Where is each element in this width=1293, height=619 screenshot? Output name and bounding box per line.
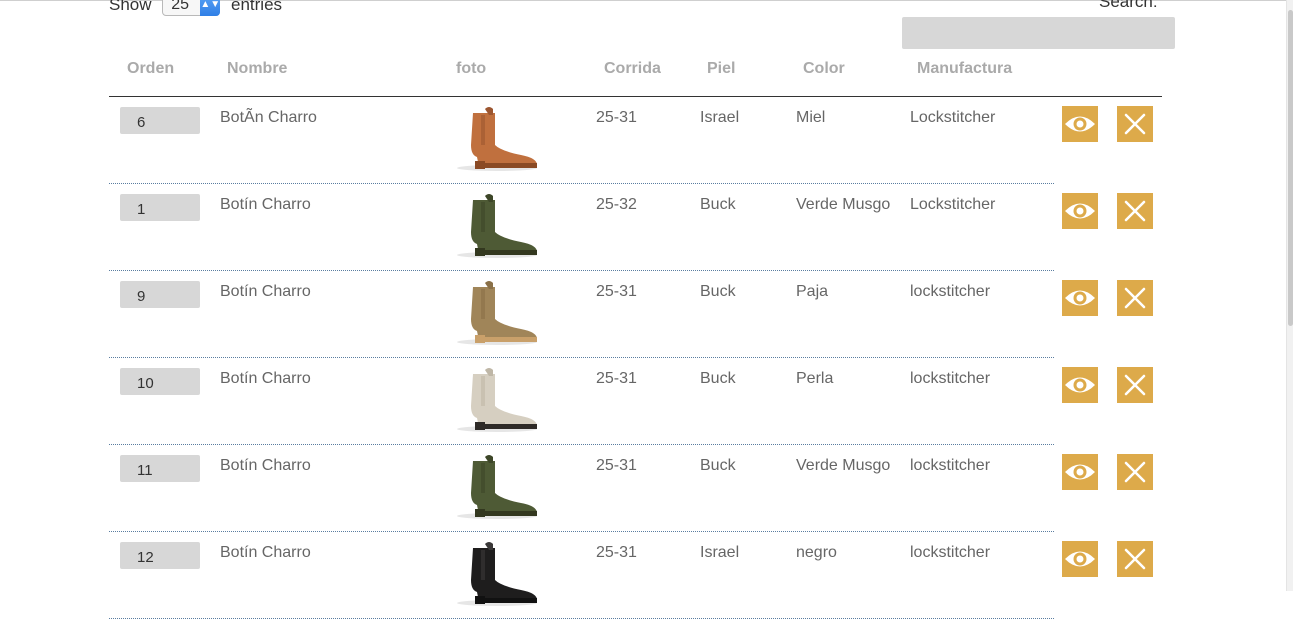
entries-select-value: 25 [171, 0, 190, 13]
show-label: Show [109, 0, 152, 14]
entries-select[interactable]: 25 ▲▼ [162, 0, 221, 16]
corrida-cell: 25-31 [596, 544, 637, 561]
eye-icon [1065, 464, 1095, 480]
search-label: Search: [1099, 0, 1158, 11]
orden-value[interactable]: 10 [120, 368, 200, 395]
piel-cell: Buck [700, 457, 736, 474]
table-row: 11 Botín Charro 25-31 Buck Verde Musgo lockst… [0, 445, 1293, 532]
close-icon [1124, 548, 1146, 570]
nombre-cell: Botín Charro [220, 457, 311, 474]
manufactura-cell: lockstitcher [910, 544, 991, 561]
entries-label: entries [231, 0, 283, 14]
nombre-cell: Botín Charro [220, 196, 311, 213]
boot-photo [449, 540, 543, 610]
color-cell: Verde Musgo [796, 196, 891, 213]
eye-icon [1065, 290, 1095, 306]
view-button[interactable] [1062, 280, 1098, 316]
view-button[interactable] [1062, 106, 1098, 142]
orden-value[interactable]: 9 [120, 281, 200, 308]
piel-cell: Buck [700, 370, 736, 387]
delete-button[interactable] [1117, 193, 1153, 229]
view-button[interactable] [1062, 454, 1098, 490]
nombre-cell: BotÃn Charro [220, 109, 317, 126]
column-header-corrida[interactable]: Corrida [604, 60, 661, 78]
color-cell: Paja [796, 283, 829, 300]
eye-icon [1065, 551, 1095, 567]
delete-button[interactable] [1117, 367, 1153, 403]
orden-value[interactable]: 1 [120, 194, 200, 221]
piel-cell: Israel [700, 544, 740, 561]
orden-value[interactable]: 6 [120, 107, 200, 134]
corrida-cell: 25-32 [596, 196, 637, 213]
boot-photo [449, 453, 543, 523]
table-row: 9 Botín Charro 25-31 Buck Paja lockstitcher [0, 271, 1293, 358]
orden-value[interactable]: 12 [120, 542, 200, 569]
nombre-cell: Botín Charro [220, 544, 311, 561]
corrida-cell: 25-31 [596, 109, 637, 126]
manufactura-cell: Lockstitcher [910, 109, 996, 126]
column-header-manufactura[interactable]: Manufactura [917, 60, 1012, 78]
manufactura-cell: lockstitcher [910, 370, 991, 387]
color-cell: negro [796, 544, 837, 561]
boot-photo [449, 192, 543, 262]
table-row: 1 Botín Charro 25-32 Buck Verde Musgo Locksti… [0, 184, 1293, 271]
orden-value[interactable]: 11 [120, 455, 200, 482]
close-icon [1124, 461, 1146, 483]
nombre-cell: Botín Charro [220, 283, 311, 300]
view-button[interactable] [1062, 193, 1098, 229]
column-header-foto[interactable]: foto [456, 60, 486, 78]
scrollbar-thumb[interactable] [1288, 10, 1293, 326]
color-cell: Perla [796, 370, 834, 387]
boot-photo [449, 279, 543, 349]
table-row: 12 Botín Charro 25-31 Israel negro lockstitch… [0, 532, 1293, 619]
eye-icon [1065, 377, 1095, 393]
search-input[interactable] [902, 17, 1175, 49]
piel-cell: Buck [700, 196, 736, 213]
column-header-orden[interactable]: Orden [127, 60, 174, 78]
corrida-cell: 25-31 [596, 283, 637, 300]
color-cell: Miel [796, 109, 826, 126]
column-header-nombre[interactable]: Nombre [227, 60, 287, 78]
close-icon [1124, 374, 1146, 396]
corrida-cell: 25-31 [596, 457, 637, 474]
close-icon [1124, 287, 1146, 309]
column-header-piel[interactable]: Piel [707, 60, 735, 78]
piel-cell: Israel [700, 109, 740, 126]
delete-button[interactable] [1117, 454, 1153, 490]
manufactura-cell: Lockstitcher [910, 196, 996, 213]
close-icon [1124, 113, 1146, 135]
chevron-updown-icon: ▲▼ [200, 0, 221, 16]
table-row: 10 Botín Charro 25-31 Buck Perla lockstitcher [0, 358, 1293, 445]
boot-photo [449, 366, 543, 436]
manufactura-cell: lockstitcher [910, 457, 991, 474]
view-button[interactable] [1062, 367, 1098, 403]
corrida-cell: 25-31 [596, 370, 637, 387]
nombre-cell: Botín Charro [220, 370, 311, 387]
table-row: 6 BotÃn Charro 25-31 Israel Miel Lockstitcher [0, 97, 1293, 184]
delete-button[interactable] [1117, 106, 1153, 142]
close-icon [1124, 200, 1146, 222]
color-cell: Verde Musgo [796, 457, 891, 474]
view-button[interactable] [1062, 541, 1098, 577]
eye-icon [1065, 203, 1095, 219]
delete-button[interactable] [1117, 280, 1153, 316]
entries-length-control: Show 25 ▲▼ entries [109, 0, 282, 16]
column-header-color[interactable]: Color [803, 60, 845, 78]
header-rule [109, 96, 1162, 97]
manufactura-cell: lockstitcher [910, 283, 991, 300]
boot-photo [449, 105, 543, 175]
delete-button[interactable] [1117, 541, 1153, 577]
eye-icon [1065, 116, 1095, 132]
piel-cell: Buck [700, 283, 736, 300]
